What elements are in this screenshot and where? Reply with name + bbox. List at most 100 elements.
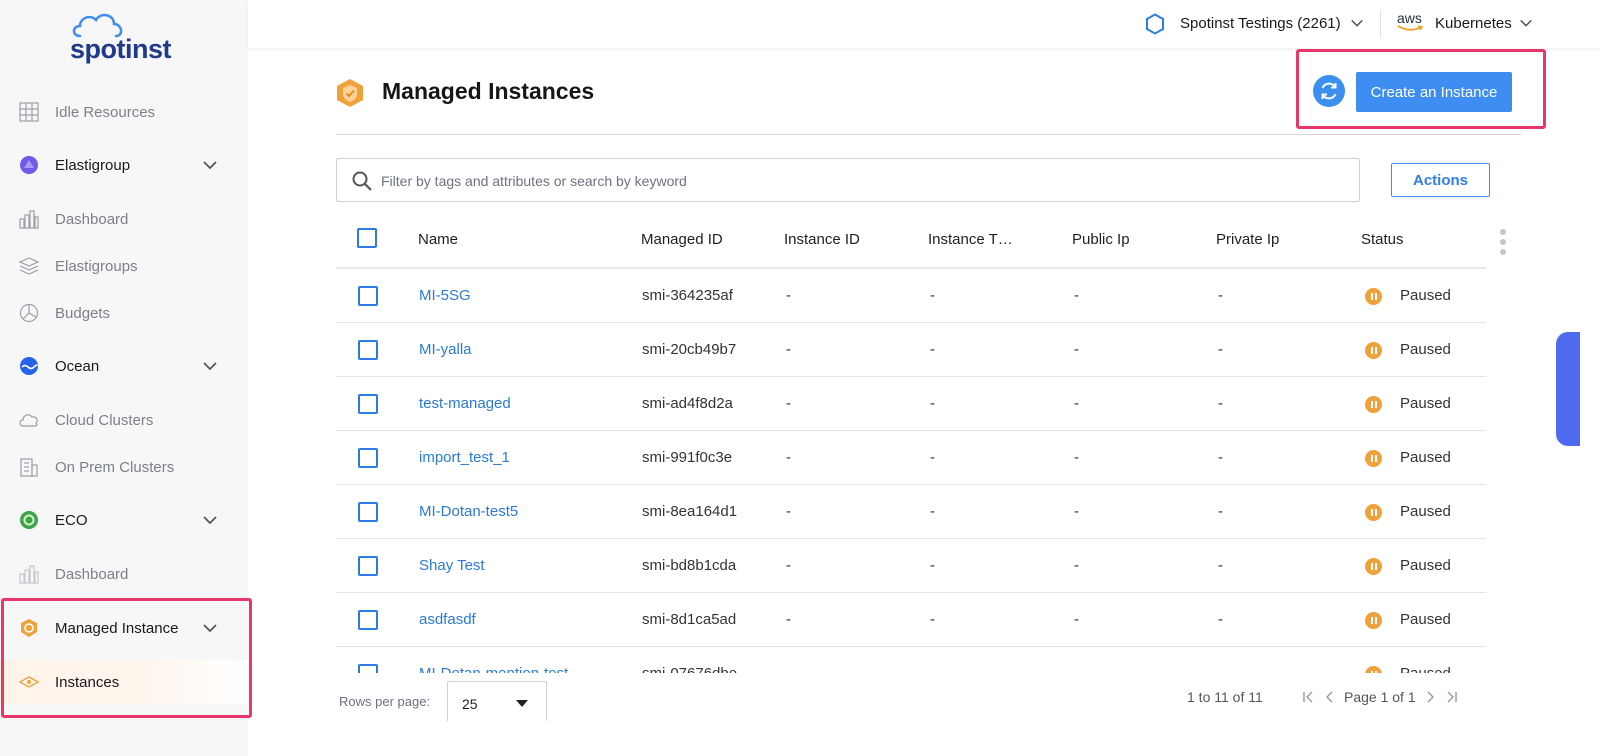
spotinst-logo[interactable]: spotinst xyxy=(66,12,186,68)
row-checkbox[interactable] xyxy=(358,502,378,522)
sidebar-group-ocean[interactable]: Ocean xyxy=(0,346,248,386)
chevron-down-icon[interactable] xyxy=(202,157,218,173)
instance-name-link[interactable]: asdfasdf xyxy=(419,611,476,628)
cloud-icon xyxy=(18,409,40,431)
table-row[interactable]: import_test_1 smi-991f0c3e - - - - Pause… xyxy=(336,431,1486,485)
managed-id: smi-07676dbe xyxy=(642,665,737,673)
row-checkbox[interactable] xyxy=(358,610,378,630)
row-checkbox[interactable] xyxy=(358,286,378,306)
sidebar-item-label: Budgets xyxy=(55,304,111,322)
row-checkbox[interactable] xyxy=(358,394,378,414)
instance-name-link[interactable]: MI-Dotan-test5 xyxy=(419,503,518,520)
paused-icon xyxy=(1365,396,1382,413)
row-checkbox[interactable] xyxy=(358,664,378,673)
managed-id: smi-bd8b1cda xyxy=(642,557,737,574)
rows-per-page-select[interactable]: 25 xyxy=(447,681,547,721)
instance-name-link[interactable]: Shay Test xyxy=(419,557,485,574)
first-page-icon[interactable] xyxy=(1300,689,1316,705)
table-row[interactable]: MI-Dotan-mention-test smi-07676dbe - - -… xyxy=(336,647,1486,673)
paused-icon xyxy=(1365,612,1382,629)
private-ip: - xyxy=(1218,611,1223,628)
sidebar-item-elastigroups[interactable]: Elastigroups xyxy=(0,246,248,286)
column-header-public-ip[interactable]: Public Ip xyxy=(1072,231,1130,248)
status-text: Paused xyxy=(1400,449,1451,466)
paused-icon xyxy=(1365,666,1382,673)
topbar-divider xyxy=(1380,10,1381,38)
sidebar-group-elastigroup[interactable]: Elastigroup xyxy=(0,145,248,185)
next-page-icon[interactable] xyxy=(1422,689,1438,705)
search-input[interactable] xyxy=(381,169,1341,193)
managed-id: smi-8d1ca5ad xyxy=(642,611,737,628)
public-ip: - xyxy=(1074,449,1079,466)
sidebar-item-idle-resources[interactable]: Idle Resources xyxy=(0,92,248,132)
public-ip: - xyxy=(1074,665,1079,673)
sidebar-item-eco-dashboard[interactable]: Dashboard xyxy=(0,554,248,594)
row-checkbox[interactable] xyxy=(358,556,378,576)
instance-id: - xyxy=(786,287,791,304)
sidebar-group-eco[interactable]: ECO xyxy=(0,500,248,540)
chevron-down-icon[interactable] xyxy=(202,358,218,374)
shield-icon xyxy=(18,617,40,639)
instance-type: - xyxy=(930,287,935,304)
table-row[interactable]: MI-Dotan-test5 smi-8ea164d1 - - - - Paus… xyxy=(336,485,1486,539)
instance-name-link[interactable]: test-managed xyxy=(419,395,511,412)
page-indicator: Page 1 of 1 xyxy=(1344,689,1416,705)
instance-type: - xyxy=(930,503,935,520)
sidebar-item-on-prem-clusters[interactable]: On Prem Clusters xyxy=(0,447,248,487)
rows-per-page-label: Rows per page: xyxy=(339,694,431,709)
ocean-icon xyxy=(18,355,40,377)
sidebar-item-instances[interactable]: Instances xyxy=(0,660,248,704)
table-row[interactable]: MI-yalla smi-20cb49b7 - - - - Paused xyxy=(336,323,1486,377)
bar-chart-icon xyxy=(18,208,40,230)
search-bar[interactable] xyxy=(336,158,1360,202)
paused-icon xyxy=(1365,288,1382,305)
sidebar-item-cloud-clusters[interactable]: Cloud Clusters xyxy=(0,400,248,440)
instance-id: - xyxy=(786,395,791,412)
side-panel-tab[interactable] xyxy=(1556,332,1580,446)
sidebar-item-dashboard[interactable]: Dashboard xyxy=(0,199,248,239)
column-header-instance-type[interactable]: Instance T… xyxy=(928,231,1013,248)
private-ip: - xyxy=(1218,449,1223,466)
prev-page-icon[interactable] xyxy=(1322,689,1338,705)
row-checkbox[interactable] xyxy=(358,340,378,360)
table-row[interactable]: test-managed smi-ad4f8d2a - - - - Paused xyxy=(336,377,1486,431)
instance-name-link[interactable]: MI-yalla xyxy=(419,341,472,358)
table-row[interactable]: asdfasdf smi-8d1ca5ad - - - - Paused xyxy=(336,593,1486,647)
aws-logo-text: aws xyxy=(1397,10,1422,26)
chevron-down-icon[interactable] xyxy=(1350,16,1364,30)
page-title: Managed Instances xyxy=(382,78,595,104)
column-options-icon[interactable] xyxy=(1499,229,1507,255)
account-selector[interactable]: Spotinst Testings (2261) xyxy=(1180,15,1341,32)
public-ip: - xyxy=(1074,287,1079,304)
column-header-name[interactable]: Name xyxy=(418,231,458,248)
chevron-down-icon[interactable] xyxy=(202,512,218,528)
column-header-instance-id[interactable]: Instance ID xyxy=(784,231,860,248)
instance-name-link[interactable]: import_test_1 xyxy=(419,449,510,466)
column-header-managed-id[interactable]: Managed ID xyxy=(641,231,723,248)
instance-name-link[interactable]: MI-5SG xyxy=(419,287,471,304)
row-checkbox[interactable] xyxy=(358,448,378,468)
chevron-down-icon[interactable] xyxy=(202,620,218,636)
refresh-button[interactable] xyxy=(1313,75,1345,107)
table-row[interactable]: Shay Test smi-bd8b1cda - - - - Paused xyxy=(336,539,1486,593)
cloud-selector[interactable]: Kubernetes xyxy=(1435,15,1512,32)
column-header-status[interactable]: Status xyxy=(1361,231,1404,248)
table-row[interactable]: MI-5SG smi-364235af - - - - Paused xyxy=(336,269,1486,323)
create-instance-button[interactable]: Create an Instance xyxy=(1356,72,1512,112)
sidebar-item-budgets[interactable]: Budgets xyxy=(0,293,248,333)
paused-icon xyxy=(1365,558,1382,575)
sidebar-group-managed-instance[interactable]: Managed Instance xyxy=(0,608,248,648)
chevron-down-icon[interactable] xyxy=(1519,16,1533,30)
grid-icon xyxy=(18,101,40,123)
actions-button[interactable]: Actions xyxy=(1391,163,1490,197)
last-page-icon[interactable] xyxy=(1444,689,1460,705)
instance-type: - xyxy=(930,395,935,412)
instance-id: - xyxy=(786,341,791,358)
sidebar-group-label: Managed Instance xyxy=(55,619,179,637)
column-header-private-ip[interactable]: Private Ip xyxy=(1216,231,1279,248)
instance-name-link[interactable]: MI-Dotan-mention-test xyxy=(419,665,568,673)
select-all-checkbox[interactable] xyxy=(357,228,377,248)
instance-id: - xyxy=(786,503,791,520)
paused-icon xyxy=(1365,342,1382,359)
managed-id: smi-991f0c3e xyxy=(642,449,733,466)
